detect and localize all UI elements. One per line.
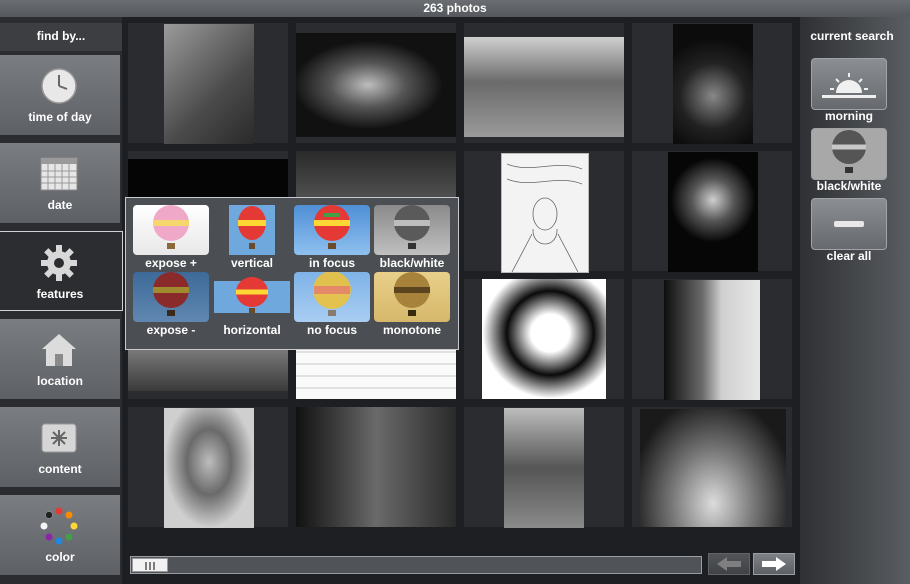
feature-option-label: vertical (230, 256, 274, 270)
feature-option-black-white[interactable]: black/white (374, 205, 450, 270)
sidebar-item-features[interactable]: features (0, 231, 123, 311)
sidebar-item-date[interactable]: date (0, 143, 120, 223)
feature-option-label: no focus (307, 323, 357, 337)
feature-option-label: in focus (308, 256, 355, 270)
photo-thumbnail (668, 152, 758, 272)
photo-thumbnail (640, 409, 786, 527)
sidebar-item-label: date (47, 198, 73, 212)
sidebar-item-label: features (36, 287, 84, 301)
minus-icon (834, 221, 864, 227)
photo-thumbnail (164, 24, 254, 144)
feature-option-in-focus[interactable]: in focus (294, 205, 370, 270)
photo-tile[interactable] (632, 23, 792, 144)
feature-option-label: monotone (383, 323, 441, 337)
feature-option-horizontal[interactable]: horizontal (214, 272, 290, 337)
search-chip-label: morning (825, 109, 873, 123)
photo-tile[interactable] (632, 151, 792, 272)
feature-option-label: expose - (146, 323, 196, 337)
balloon-thumbnail (374, 272, 450, 322)
clear-all-label: clear all (826, 249, 872, 263)
clear-all-button[interactable] (811, 198, 887, 250)
sidebar-item-label: location (36, 374, 83, 388)
clock-icon (41, 68, 77, 104)
features-popup: expose + vertical in focus black/white e… (125, 197, 459, 350)
photo-tile[interactable] (632, 407, 792, 527)
feature-option-no-focus[interactable]: no focus (294, 272, 370, 337)
sidebar-item-label: content (38, 462, 82, 476)
find-by-label: find by... (0, 23, 122, 51)
feature-option-monotone[interactable]: monotone (374, 272, 450, 337)
photo-thumbnail (164, 408, 254, 528)
house-icon (42, 334, 76, 366)
sidebar-item-color[interactable]: color (0, 495, 120, 575)
balloon-thumbnail (214, 272, 290, 322)
balloon-thumbnail (214, 205, 290, 255)
photo-tile[interactable] (464, 23, 624, 143)
sidebar-item-label: time of day (28, 110, 92, 124)
current-search-title: current search (810, 29, 894, 43)
photo-tile[interactable] (632, 279, 792, 400)
photo-tile[interactable] (464, 279, 624, 399)
feature-option-label: expose + (145, 256, 197, 270)
photo-thumbnail (501, 153, 589, 273)
photo-tile[interactable] (296, 407, 456, 527)
sunrise-icon (822, 73, 876, 98)
feature-option-expose-minus[interactable]: expose - (133, 272, 209, 337)
sidebar-item-location[interactable]: location (0, 319, 120, 399)
photo-thumbnail (664, 280, 760, 400)
feature-option-vertical[interactable]: vertical (214, 205, 290, 270)
sidebar: find by... time of day date features loc… (0, 17, 123, 584)
balloon-thumbnail (294, 272, 370, 322)
photo-thumbnail (464, 37, 624, 137)
sidebar-item-time-of-day[interactable]: time of day (0, 55, 120, 135)
sidebar-item-label: color (45, 550, 75, 564)
feature-option-label: horizontal (223, 323, 281, 337)
photo-tile[interactable] (128, 407, 288, 528)
photo-thumbnail (482, 279, 606, 399)
photo-tile[interactable] (464, 407, 624, 528)
balloon-thumbnail (133, 205, 209, 255)
grip-icon (145, 562, 155, 570)
color-wheel-icon (40, 507, 78, 545)
previous-page-button[interactable] (708, 553, 750, 575)
photo-thumbnail (673, 24, 753, 144)
photo-tile[interactable] (296, 23, 456, 143)
feature-option-label: black/white (379, 256, 445, 270)
feature-option-expose-plus[interactable]: expose + (133, 205, 209, 270)
balloon-thumbnail (294, 205, 370, 255)
photo-count: 263 photos (0, 0, 910, 17)
photo-tile[interactable] (128, 23, 288, 144)
photo-tile[interactable] (464, 151, 624, 273)
search-chip-black-white[interactable] (811, 128, 887, 180)
search-chip-label: black/white (816, 179, 882, 193)
right-arrow-icon (762, 557, 786, 571)
gear-icon (41, 245, 77, 281)
scrollbar-thumb[interactable] (132, 558, 168, 572)
balloon-thumbnail (374, 205, 450, 255)
balloon-thumbnail (133, 272, 209, 322)
left-arrow-icon (717, 557, 741, 571)
search-chip-morning[interactable] (811, 58, 887, 110)
calendar-icon (40, 157, 78, 191)
photo-thumbnail (296, 33, 456, 137)
photo-thumbnail (296, 407, 456, 527)
photo-thumbnail (504, 408, 584, 528)
balloon-icon (812, 129, 886, 179)
current-search-panel: current search morning black/white clear… (800, 17, 910, 584)
horizontal-scrollbar[interactable] (130, 556, 702, 574)
asterisk-icon (41, 423, 77, 453)
sidebar-item-content[interactable]: content (0, 407, 120, 487)
next-page-button[interactable] (753, 553, 795, 575)
